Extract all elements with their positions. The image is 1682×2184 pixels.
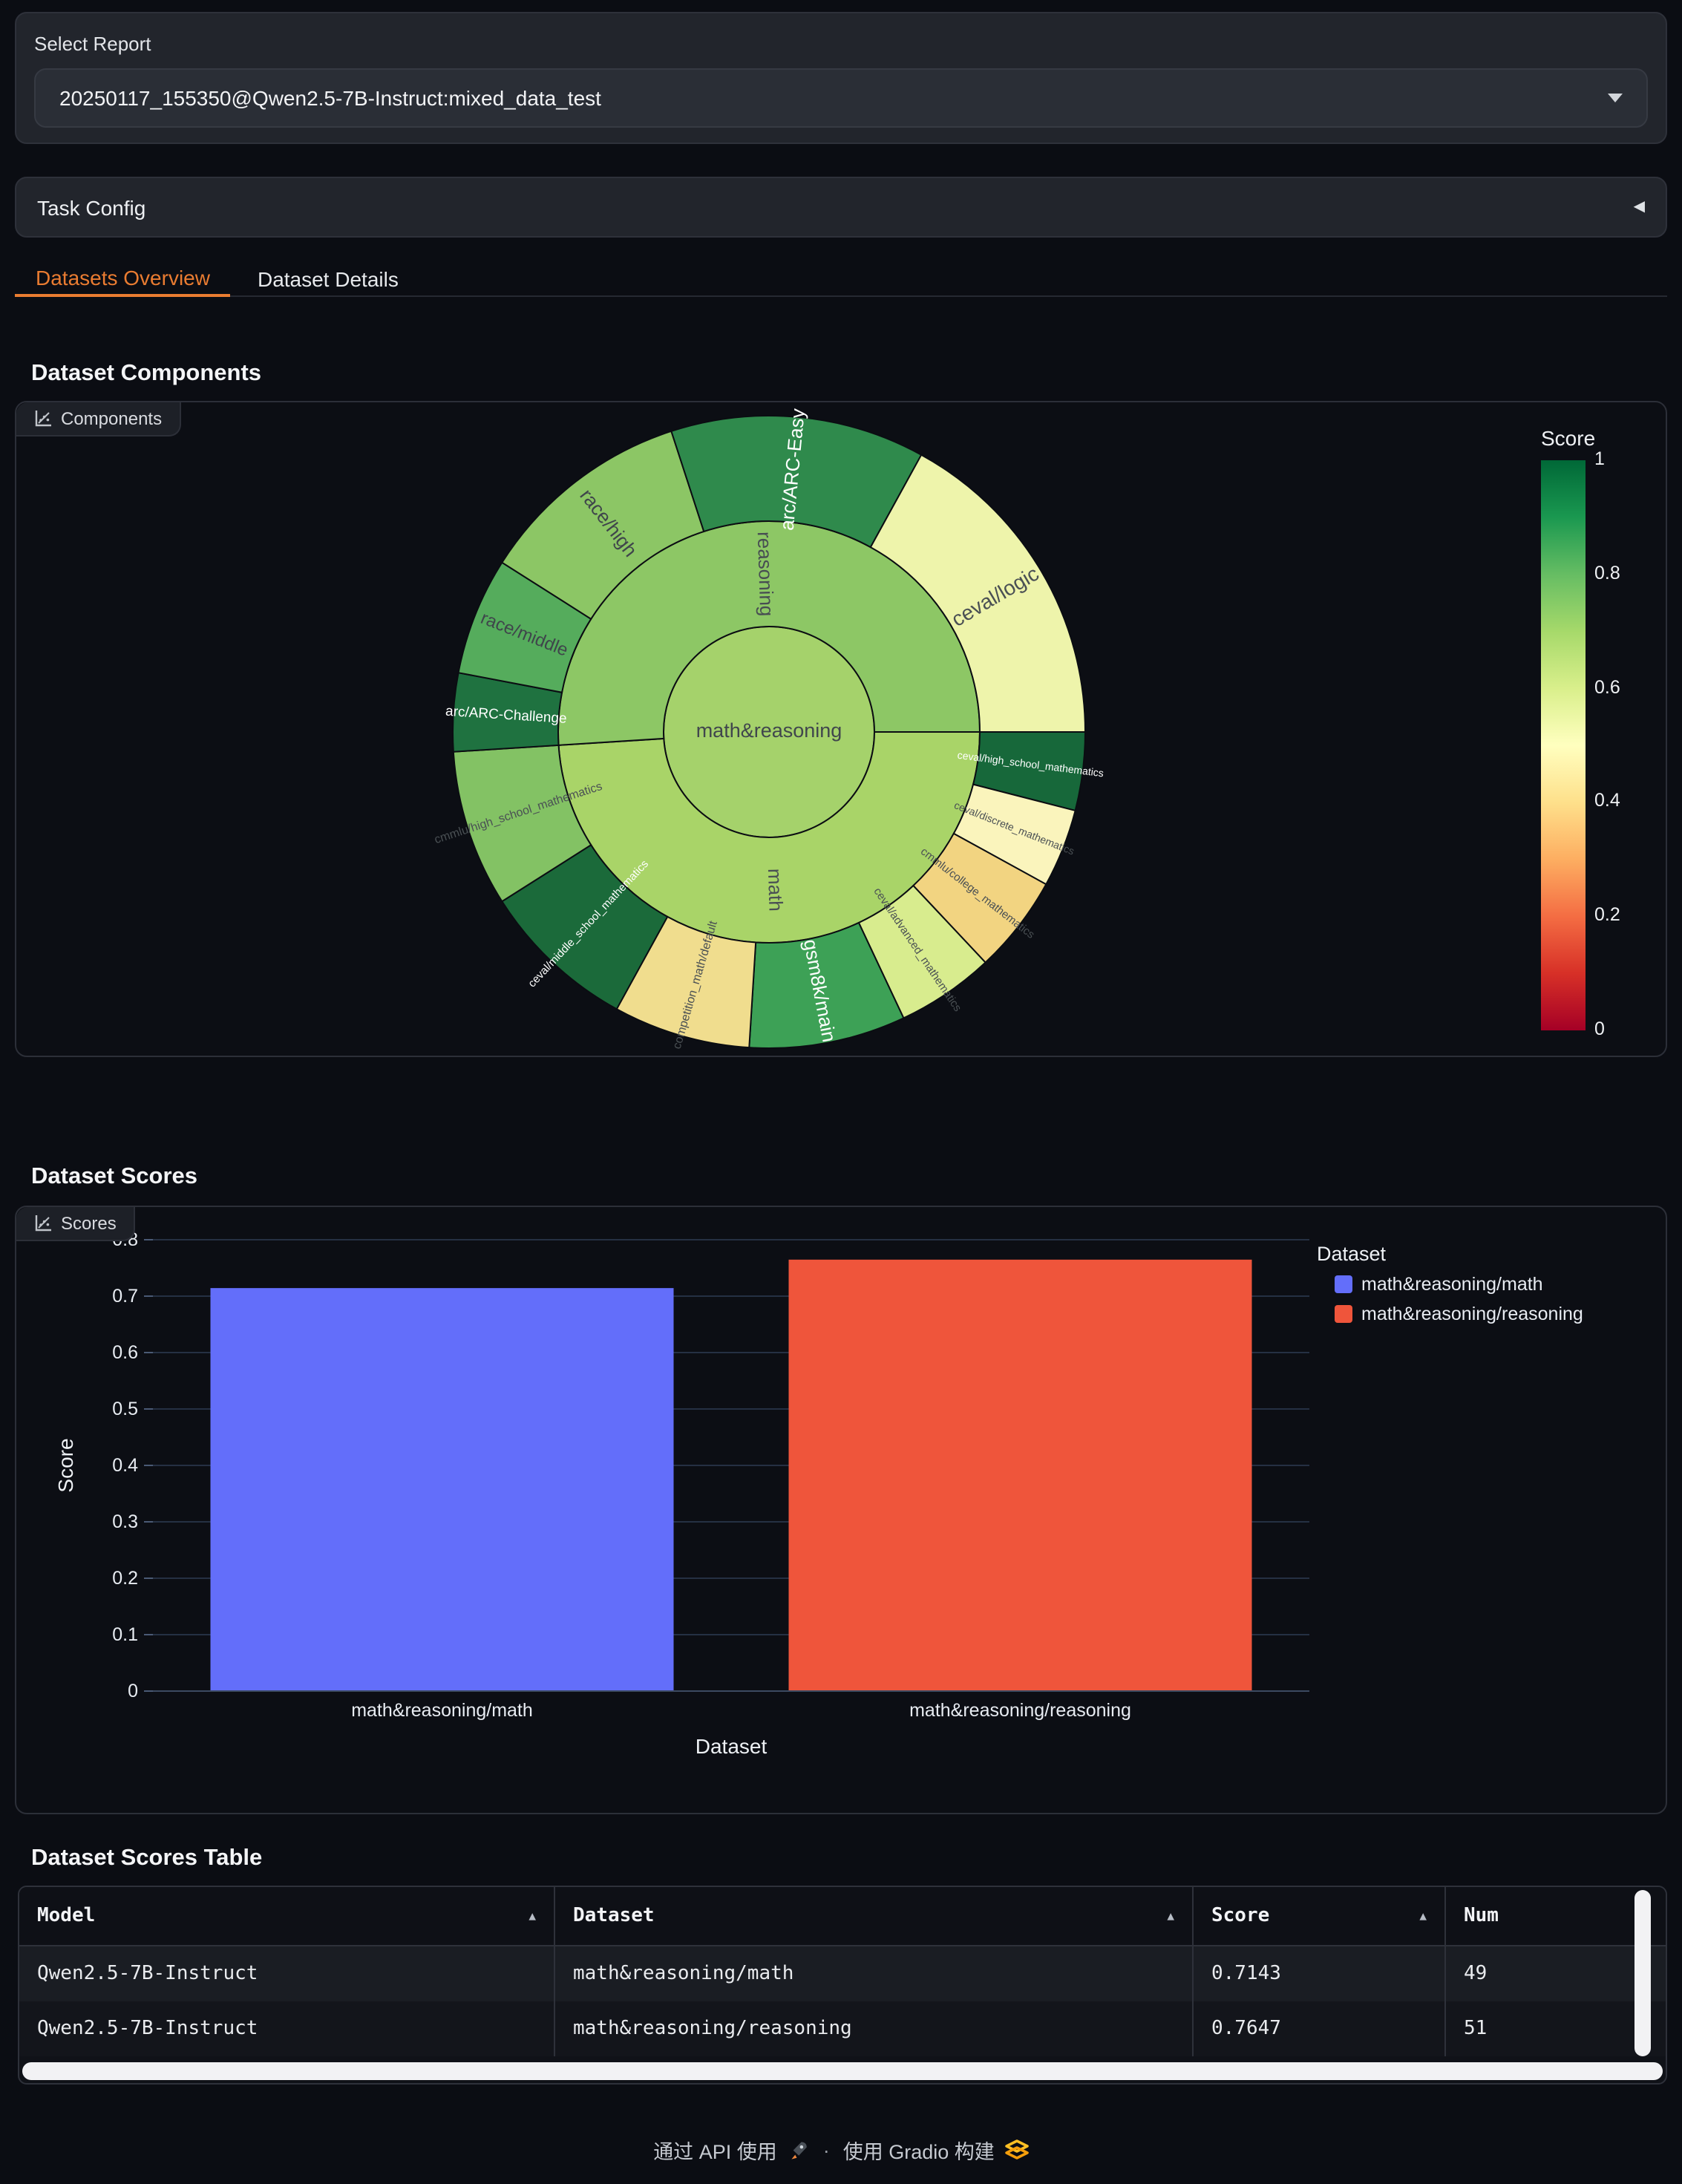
x-tick-label: math&reasoning/reasoning [909, 1700, 1131, 1721]
legend-swatch[interactable] [1335, 1275, 1352, 1293]
vertical-scrollbar[interactable] [1634, 1890, 1651, 2056]
column-header-model[interactable]: Model▲ [19, 1887, 554, 1945]
scores-heading: Dataset Scores [31, 1164, 197, 1191]
bar-math&reasoning/reasoning[interactable] [789, 1260, 1252, 1691]
built-with-gradio-link[interactable]: 使用 Gradio 构建 [843, 2135, 995, 2165]
sunburst-chart: mathreasoningceval/high_school_mathemati… [16, 402, 1669, 1059]
gradio-footer: 通过 API 使用 · 使用 Gradio 构建 [0, 2135, 1682, 2165]
scores-chip[interactable]: Scores [16, 1207, 136, 1241]
chevron-down-icon [1608, 94, 1623, 102]
chart-icon [34, 1214, 52, 1232]
table-cell[interactable]: math&reasoning/reasoning [554, 2001, 1192, 2056]
sunburst-segment-label: math [764, 868, 788, 912]
y-axis-title: Score [54, 1438, 77, 1492]
horizontal-scrollbar[interactable] [22, 2062, 1663, 2080]
sort-icon[interactable]: ▲ [517, 1909, 536, 1923]
components-chip[interactable]: Components [16, 402, 181, 437]
select-report-panel: Select Report 20250117_155350@Qwen2.5-7B… [15, 12, 1667, 144]
colorbar-tick: 0.4 [1594, 791, 1620, 811]
footer-separator: · [820, 2139, 833, 2161]
table-row: Qwen2.5-7B-Instructmath&reasoning/reason… [19, 2001, 1666, 2056]
table-cell[interactable]: 51 [1444, 2001, 1666, 2056]
colorbar-tick: 0 [1594, 1019, 1605, 1039]
legend-entry-label[interactable]: math&reasoning/math [1361, 1274, 1543, 1295]
colorbar-tick: 0.2 [1594, 904, 1620, 925]
select-report-label: Select Report [34, 33, 151, 55]
legend-entry-label[interactable]: math&reasoning/reasoning [1361, 1304, 1583, 1324]
table-cell[interactable]: Qwen2.5-7B-Instruct [19, 1946, 554, 2001]
bar-chart: 00.10.20.30.40.50.60.70.8math&reasoning/… [16, 1207, 1669, 1816]
x-axis-title: Dataset [696, 1735, 768, 1758]
table-cell[interactable]: 0.7143 [1192, 1946, 1444, 2001]
table-row: Qwen2.5-7B-Instructmath&reasoning/math0.… [19, 1946, 1666, 2001]
accordion-collapsed-icon: ◀ [1634, 199, 1645, 215]
y-tick-label: 0.6 [112, 1342, 138, 1363]
y-tick-label: 0 [128, 1681, 138, 1701]
chart-icon [34, 410, 52, 428]
y-tick-label: 0.2 [112, 1568, 138, 1589]
scores-chip-label: Scores [61, 1213, 117, 1234]
colorbar-title: Score [1541, 426, 1675, 450]
colorbar-tick: 0.8 [1594, 563, 1620, 583]
tab-dataset-details[interactable]: Dataset Details [237, 261, 419, 297]
y-tick-label: 0.5 [112, 1399, 138, 1419]
scores-plot-panel: Scores 00.10.20.30.40.50.60.70.8math&rea… [15, 1206, 1667, 1814]
legend-swatch[interactable] [1335, 1305, 1352, 1323]
gradio-logo-icon [1005, 2138, 1029, 2162]
components-heading: Dataset Components [31, 361, 261, 388]
tab-datasets-overview[interactable]: Datasets Overview [15, 261, 231, 297]
colorbar-gradient [1541, 460, 1586, 1030]
sort-icon[interactable]: ▲ [1155, 1909, 1174, 1923]
table-header-row: Model▲ Dataset▲ Score▲ Num▲ [19, 1887, 1666, 1946]
sunburst-segment-label: reasoning [753, 532, 779, 617]
table-cell[interactable]: math&reasoning/math [554, 1946, 1192, 2001]
components-plot-panel: Components mathreasoningceval/high_schoo… [15, 401, 1667, 1057]
y-tick-label: 0.1 [112, 1624, 138, 1645]
column-header-score[interactable]: Score▲ [1192, 1887, 1444, 1945]
components-chip-label: Components [61, 408, 162, 429]
task-config-label: Task Config [37, 195, 1634, 219]
y-tick-label: 0.7 [112, 1286, 138, 1307]
table-cell[interactable]: 0.7647 [1192, 2001, 1444, 2056]
evalscope-dashboard: Select Report 20250117_155350@Qwen2.5-7B… [0, 0, 1682, 2184]
column-header-num[interactable]: Num▲ [1444, 1887, 1666, 1945]
tab-bar: Datasets Overview Dataset Details [15, 261, 1667, 297]
y-tick-label: 0.3 [112, 1511, 138, 1532]
score-colorbar: Score 10.80.60.40.20 [1541, 426, 1675, 450]
rocket-icon [788, 2139, 810, 2161]
sunburst-center-label: math&reasoning [696, 719, 842, 742]
sort-icon[interactable]: ▲ [1407, 1909, 1427, 1923]
table-heading: Dataset Scores Table [31, 1845, 262, 1872]
bar-math&reasoning/math[interactable] [211, 1288, 674, 1691]
report-dropdown[interactable]: 20250117_155350@Qwen2.5-7B-Instruct:mixe… [34, 68, 1648, 128]
report-dropdown-value: 20250117_155350@Qwen2.5-7B-Instruct:mixe… [59, 86, 1608, 110]
x-tick-label: math&reasoning/math [351, 1700, 533, 1721]
table-cell[interactable]: 49 [1444, 1946, 1666, 2001]
use-api-link[interactable]: 通过 API 使用 [653, 2135, 777, 2165]
table-body: Qwen2.5-7B-Instructmath&reasoning/math0.… [19, 1946, 1666, 2056]
table-cell[interactable]: Qwen2.5-7B-Instruct [19, 2001, 554, 2056]
scores-table: Model▲ Dataset▲ Score▲ Num▲ Qwen2.5-7B-I… [18, 1886, 1667, 2085]
column-header-dataset[interactable]: Dataset▲ [554, 1887, 1192, 1945]
legend-title: Dataset [1317, 1243, 1387, 1265]
y-tick-label: 0.4 [112, 1455, 138, 1476]
colorbar-tick: 1 [1594, 448, 1605, 469]
colorbar-tick: 0.6 [1594, 676, 1620, 697]
task-config-accordion[interactable]: Task Config ◀ [15, 177, 1667, 238]
